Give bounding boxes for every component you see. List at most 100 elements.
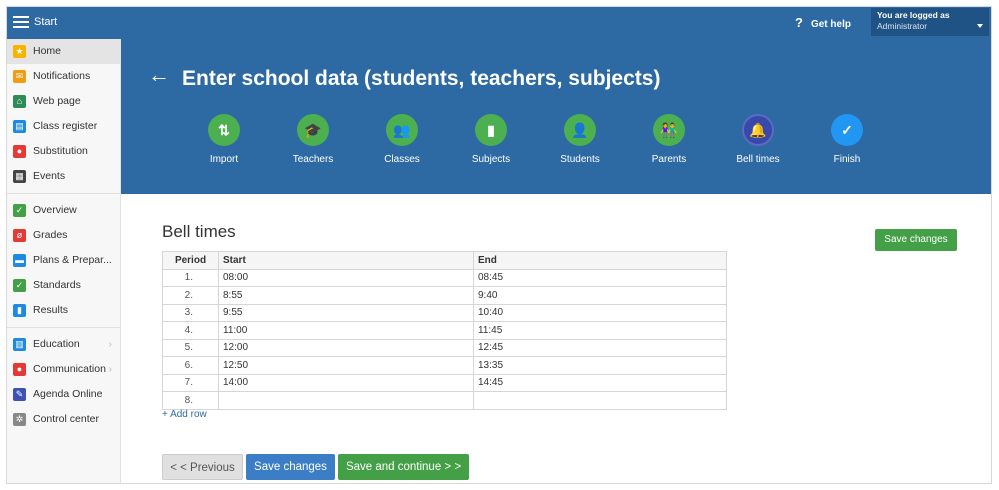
sidebar-item-4[interactable]: ● Substitution [7, 139, 120, 164]
cell-period: 7. [162, 373, 219, 392]
pen-icon: ✎ [13, 388, 26, 401]
cell-end[interactable] [473, 391, 727, 410]
step-1[interactable]: 🎓 Teachers [273, 114, 353, 165]
table-row: 1. 08:00 08:45 [162, 268, 727, 287]
save-changes-button[interactable]: Save changes [246, 454, 335, 480]
step-label: Bell times [736, 154, 780, 165]
sidebar-item-label: Education [33, 338, 80, 350]
step-label: Parents [651, 154, 687, 165]
app-window: Start ? Get help You are logged as Admini… [6, 6, 992, 484]
step-2[interactable]: 👥 Classes [362, 114, 442, 165]
sidebar-item-label: Web page [33, 95, 81, 107]
cell-start[interactable]: 12:00 [218, 338, 474, 357]
step-label: Import [209, 154, 239, 165]
sidebar-item-label: Home [33, 45, 62, 57]
bell-icon: 🔔 [742, 114, 774, 146]
sidebar-item-label: Standards [33, 279, 81, 291]
table-row: 6. 12:50 13:35 [162, 356, 727, 375]
grades-icon: ø [13, 229, 26, 242]
column-header-start: Start [218, 251, 474, 270]
sidebar-item-5[interactable]: ▦ Events [7, 164, 120, 189]
education-icon: ▥ [13, 338, 26, 351]
app-title: Start [34, 16, 58, 28]
step-label: Finish [833, 154, 861, 165]
cell-start[interactable]: 8:55 [218, 286, 474, 305]
table-row: 7. 14:00 14:45 [162, 373, 727, 392]
sidebar-item-11[interactable]: ▥ Education › [7, 332, 120, 357]
cell-end[interactable]: 08:45 [473, 268, 727, 287]
graduation-cap-icon: 🎓 [297, 114, 329, 146]
sidebar-item-0[interactable]: ★ Home [7, 39, 120, 64]
book-icon: ▮ [475, 114, 507, 146]
sidebar-item-8[interactable]: ▬ Plans & Prepar... [7, 248, 120, 273]
cell-end[interactable]: 14:45 [473, 373, 727, 392]
back-arrow-icon[interactable]: ← [148, 62, 170, 88]
user-menu-caption: You are logged as [877, 10, 950, 20]
column-header-period: Period [162, 251, 219, 270]
table-row: 5. 12:00 12:45 [162, 338, 727, 357]
table-row: 3. 9:55 10:40 [162, 303, 727, 322]
sidebar-item-2[interactable]: ⌂ Web page [7, 89, 120, 114]
add-row-link[interactable]: + Add row [162, 409, 207, 420]
cell-start[interactable]: 08:00 [218, 268, 474, 287]
step-label: Students [560, 154, 600, 165]
cell-period: 1. [162, 268, 219, 287]
sidebar-item-label: Grades [33, 229, 68, 241]
cell-start[interactable]: 11:00 [218, 321, 474, 340]
step-7[interactable]: ✓ Finish [807, 114, 887, 165]
get-help-link[interactable]: ? Get help [795, 15, 851, 30]
cell-period: 8. [162, 391, 219, 410]
cell-end[interactable]: 10:40 [473, 303, 727, 322]
wizard-steps: ⇅ Import 🎓 Teachers 👥 Classes ▮ Subjects 👤 Studen… [121, 114, 991, 174]
column-header-end: End [473, 251, 727, 270]
section-title: Bell times [162, 222, 236, 241]
step-4[interactable]: 👤 Students [540, 114, 620, 165]
check-icon: ✓ [13, 204, 26, 217]
sidebar-item-1[interactable]: ✉ Notifications [7, 64, 120, 89]
sidebar-item-7[interactable]: ø Grades [7, 223, 120, 248]
bar-chart-icon: ▮ [13, 304, 26, 317]
bell-times-table: Period Start End 1. 08:00 08:45 2. 8:55 9:40 3… [162, 251, 727, 410]
previous-button[interactable]: < < Previous [162, 454, 243, 480]
user-menu[interactable]: You are logged as Administrator [871, 8, 989, 36]
cell-period: 4. [162, 321, 219, 340]
sidebar-divider [7, 193, 120, 194]
cell-start[interactable] [218, 391, 474, 410]
import-icon: ⇅ [208, 114, 240, 146]
sidebar-item-label: Events [33, 170, 66, 182]
group-icon: 👥 [386, 114, 418, 146]
step-3[interactable]: ▮ Subjects [451, 114, 531, 165]
sidebar-item-9[interactable]: ✓ Standards [7, 273, 120, 298]
sidebar-item-label: Overview [33, 204, 77, 216]
house-icon: ⌂ [13, 95, 26, 108]
cell-end[interactable]: 13:35 [473, 356, 727, 375]
step-0[interactable]: ⇅ Import [184, 114, 264, 165]
cell-start[interactable]: 12:50 [218, 356, 474, 375]
sidebar-item-6[interactable]: ✓ Overview [7, 198, 120, 223]
sidebar-item-label: Agenda Online [33, 388, 103, 400]
plans-icon: ▬ [13, 254, 26, 267]
cell-end[interactable]: 12:45 [473, 338, 727, 357]
person-icon: ● [13, 145, 26, 158]
sidebar-item-14[interactable]: ✲ Control center [7, 407, 120, 432]
step-5[interactable]: 👫 Parents [629, 114, 709, 165]
step-6[interactable]: 🔔 Bell times [718, 114, 798, 165]
star-icon: ★ [13, 45, 26, 58]
sidebar-item-13[interactable]: ✎ Agenda Online [7, 382, 120, 407]
chevron-right-icon: › [108, 364, 112, 375]
cell-end[interactable]: 11:45 [473, 321, 727, 340]
sidebar-item-10[interactable]: ▮ Results [7, 298, 120, 323]
user-name: Administrator [877, 21, 928, 31]
cell-start[interactable]: 14:00 [218, 373, 474, 392]
save-changes-button-top[interactable]: Save changes [875, 229, 957, 251]
sidebar-divider [7, 327, 120, 328]
book-icon: ▤ [13, 120, 26, 133]
sidebar-item-12[interactable]: ● Communication › [7, 357, 120, 382]
cell-start[interactable]: 9:55 [218, 303, 474, 322]
hamburger-menu-icon[interactable] [13, 14, 29, 30]
save-and-continue-button[interactable]: Save and continue > > [338, 454, 469, 480]
sidebar-item-3[interactable]: ▤ Class register [7, 114, 120, 139]
sidebar-item-label: Communication [33, 363, 106, 375]
cell-end[interactable]: 9:40 [473, 286, 727, 305]
page-title: Enter school data (students, teachers, s… [182, 67, 661, 90]
